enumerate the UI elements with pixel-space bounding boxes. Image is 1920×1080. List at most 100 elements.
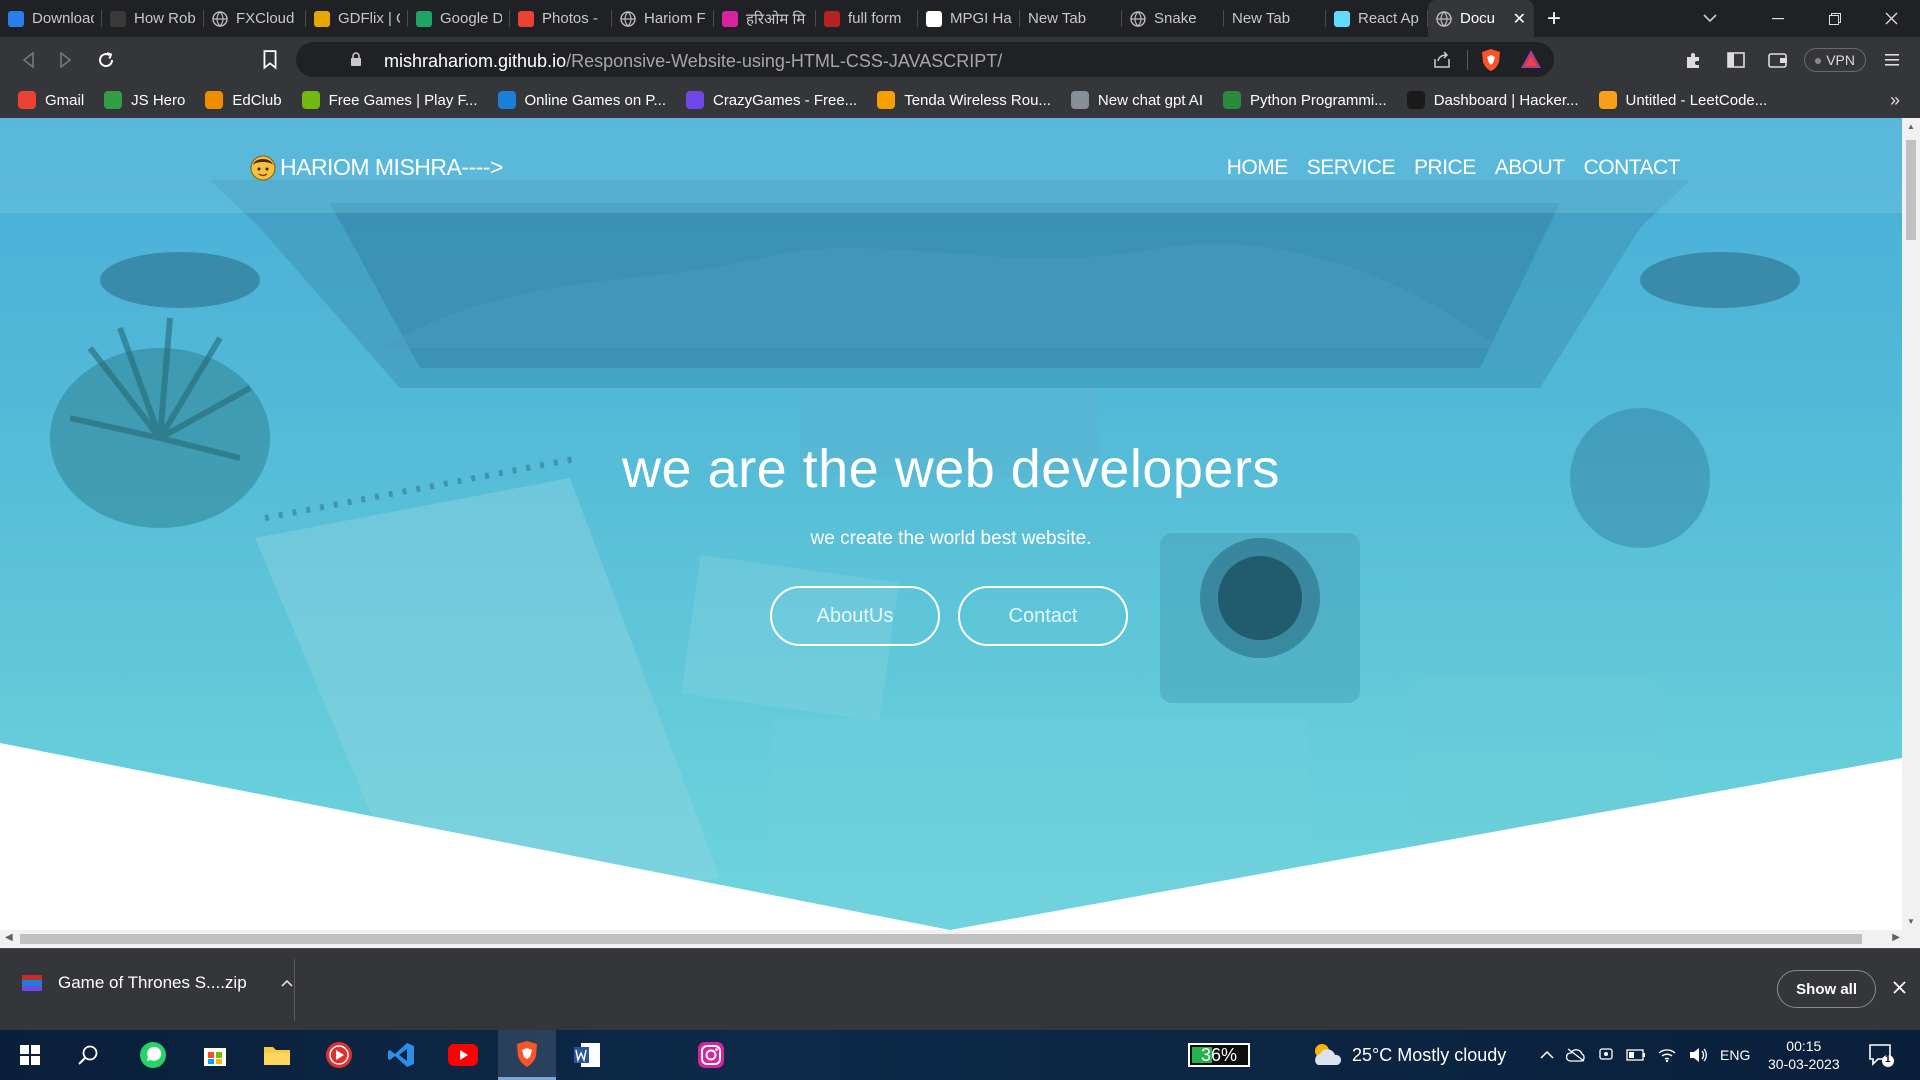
wallet-button[interactable] xyxy=(1762,44,1794,76)
close-tab-icon[interactable]: ✕ xyxy=(1513,9,1526,29)
scroll-down-arrow-icon[interactable]: ▼ xyxy=(1907,917,1915,926)
browser-tab[interactable]: FXCloud xyxy=(204,0,306,37)
language-indicator[interactable]: ENG xyxy=(1720,1047,1750,1063)
close-download-bar-button[interactable] xyxy=(1893,977,1906,1000)
browser-tab[interactable]: Docu ✕ xyxy=(1428,0,1534,37)
download-item[interactable]: Game of Thrones S....zip xyxy=(22,973,293,993)
nav-link-about[interactable]: ABOUT xyxy=(1495,156,1565,180)
bookmark-item[interactable]: Online Games on P... xyxy=(497,91,676,109)
volume-icon[interactable] xyxy=(1688,1047,1708,1063)
bookmark-item[interactable]: Python Programmi... xyxy=(1222,91,1397,109)
contact-button[interactable]: Contact xyxy=(958,586,1128,646)
search-button[interactable] xyxy=(63,1030,113,1080)
browser-tab[interactable]: Google D xyxy=(408,0,510,37)
browser-tab[interactable]: MPGI Ha xyxy=(918,0,1020,37)
taskbar-store[interactable] xyxy=(190,1030,240,1080)
wifi-icon[interactable] xyxy=(1658,1047,1676,1063)
taskbar-clock[interactable]: 00:15 30-03-2023 xyxy=(1768,1037,1840,1073)
battery-icon[interactable] xyxy=(1626,1049,1646,1061)
taskbar-file-explorer[interactable] xyxy=(252,1030,302,1080)
back-icon xyxy=(22,52,34,68)
vertical-scrollbar[interactable]: ▲ ▼ xyxy=(1902,118,1920,930)
battery-indicator[interactable]: 36% xyxy=(1188,1043,1250,1067)
extensions-button[interactable] xyxy=(1678,44,1710,76)
nav-link-price[interactable]: PRICE xyxy=(1414,156,1476,180)
notification-center-button[interactable]: 1 xyxy=(1868,1042,1894,1068)
bookmark-item[interactable]: New chat gpt AI xyxy=(1070,91,1213,109)
browser-tab[interactable]: GDFlix | C xyxy=(306,0,408,37)
cloud-sync-icon[interactable] xyxy=(1566,1048,1586,1062)
back-button[interactable] xyxy=(14,46,42,74)
google-photos-icon xyxy=(518,10,534,27)
taskbar-instagram[interactable] xyxy=(686,1030,736,1080)
browser-tab[interactable]: React Ap xyxy=(1326,0,1428,37)
bookmark-item[interactable]: Dashboard | Hacker... xyxy=(1406,91,1589,109)
browser-tab[interactable]: New Tab xyxy=(1224,0,1326,37)
nav-link-contact[interactable]: CONTACT xyxy=(1584,156,1681,180)
vertical-scroll-thumb[interactable] xyxy=(1906,140,1916,240)
brave-shields-icon[interactable] xyxy=(1480,48,1502,72)
minimize-button[interactable] xyxy=(1749,0,1806,37)
browser-tab[interactable]: Download xyxy=(0,0,102,37)
scroll-right-arrow-icon[interactable]: ▶ xyxy=(1892,932,1900,943)
vpn-button[interactable]: VPN xyxy=(1804,47,1866,72)
hero-subheadline: we create the world best website. xyxy=(810,528,1092,549)
bookmark-item[interactable]: Gmail xyxy=(18,91,94,109)
browser-tab[interactable]: full form xyxy=(816,0,918,37)
sidebar-button[interactable] xyxy=(1720,44,1752,76)
tab-search-button[interactable] xyxy=(1690,0,1730,37)
bookmark-item[interactable]: Tenda Wireless Rou... xyxy=(877,91,1061,109)
start-button[interactable] xyxy=(5,1030,55,1080)
browser-tab[interactable]: New Tab xyxy=(1020,0,1122,37)
cloudy-sun-icon xyxy=(1315,1044,1342,1065)
about-us-button[interactable]: AboutUs xyxy=(770,586,940,646)
brave-rewards-icon[interactable] xyxy=(1520,49,1542,69)
horizontal-scrollbar[interactable]: ◀ ▶ xyxy=(0,930,1920,948)
address-bar[interactable]: mishrahariom.github.io/Responsive-Websit… xyxy=(263,42,1554,77)
taskbar-brave[interactable] xyxy=(498,1030,556,1080)
taskbar-youtube[interactable] xyxy=(438,1030,488,1080)
scroll-up-arrow-icon[interactable]: ▲ xyxy=(1907,122,1915,131)
reload-button[interactable] xyxy=(92,46,120,74)
weather-widget[interactable]: 25°C Mostly cloudy xyxy=(1310,1041,1506,1069)
main-menu-button[interactable] xyxy=(1876,44,1908,76)
url-text[interactable]: mishrahariom.github.io/Responsive-Websit… xyxy=(384,51,1002,72)
taskbar-media-player[interactable] xyxy=(314,1030,364,1080)
lock-icon[interactable] xyxy=(350,52,362,66)
webcam-icon[interactable] xyxy=(1598,1047,1614,1063)
site-logo[interactable]: HARIOM MISHRA----> xyxy=(250,154,503,181)
bookmark-icon[interactable] xyxy=(256,50,284,70)
close-window-button[interactable] xyxy=(1863,0,1920,37)
chevron-up-icon[interactable] xyxy=(1540,1051,1554,1059)
new-tab-button[interactable]: + xyxy=(1534,0,1574,37)
browser-tab[interactable]: हरिओम मि xyxy=(714,0,816,37)
share-icon[interactable] xyxy=(1432,50,1452,70)
nav-link-service[interactable]: SERVICE xyxy=(1307,156,1396,180)
bookmark-item[interactable]: Untitled - LeetCode... xyxy=(1598,91,1778,109)
bookmark-item[interactable]: CrazyGames - Free... xyxy=(685,91,867,109)
restore-button[interactable] xyxy=(1806,0,1863,37)
bookmarks-overflow-button[interactable]: » xyxy=(1890,90,1900,111)
window-controls xyxy=(1749,0,1920,37)
logo-text: HARIOM MISHRA----> xyxy=(280,154,503,180)
bookmark-item[interactable]: JS Hero xyxy=(104,91,195,109)
browser-tab[interactable]: Photos - xyxy=(510,0,612,37)
chevron-up-icon[interactable] xyxy=(281,979,293,987)
browser-tab[interactable]: Snake xyxy=(1122,0,1224,37)
taskbar-whatsapp[interactable] xyxy=(128,1030,178,1080)
taskbar-word[interactable] xyxy=(562,1030,612,1080)
scroll-left-arrow-icon[interactable]: ◀ xyxy=(5,932,13,943)
bookmark-item[interactable]: EdClub xyxy=(205,91,291,109)
gdflix-icon xyxy=(314,10,330,27)
tab-title: New Tab xyxy=(1232,10,1291,27)
forward-button[interactable] xyxy=(52,46,80,74)
browser-tab[interactable]: How Rob xyxy=(102,0,204,37)
horizontal-scroll-thumb[interactable] xyxy=(20,934,1862,944)
nav-link-home[interactable]: HOME xyxy=(1227,156,1289,180)
taskbar-vscode[interactable] xyxy=(376,1030,426,1080)
bookmark-item[interactable]: Free Games | Play F... xyxy=(301,91,488,109)
tab-title: Snake xyxy=(1154,10,1197,27)
bookmark-label: JS Hero xyxy=(131,91,186,109)
show-all-button[interactable]: Show all xyxy=(1777,970,1876,1008)
browser-tab[interactable]: Hariom F xyxy=(612,0,714,37)
